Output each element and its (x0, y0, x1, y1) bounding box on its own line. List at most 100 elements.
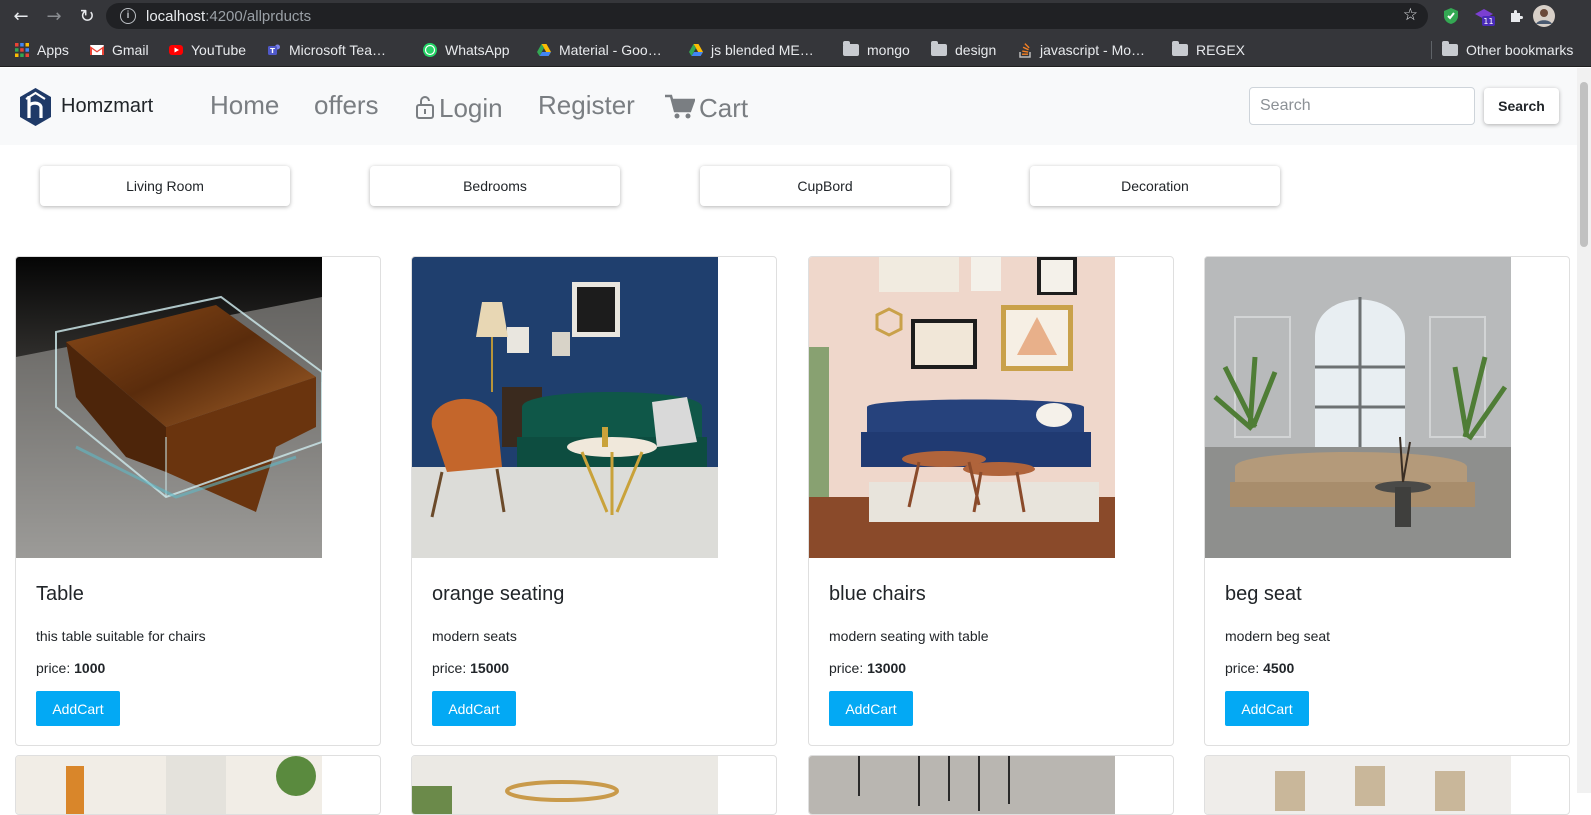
puzzle-extensions-icon[interactable] (1505, 5, 1527, 27)
bookmark-teams[interactable]: T Microsoft Tea… (266, 40, 386, 60)
nav-offers[interactable]: offers (314, 90, 379, 121)
bookmark-youtube[interactable]: YouTube (168, 40, 246, 60)
bookmarks-bar: Apps Gmail YouTube T Microsoft Tea… What… (0, 32, 1591, 67)
bookmark-folder-mongo[interactable]: mongo (843, 40, 910, 60)
nav-home[interactable]: Home (210, 90, 279, 121)
bookmark-label: REGEX (1196, 42, 1246, 58)
extension-badge-count: 11 (1483, 17, 1493, 26)
nav-register[interactable]: Register (538, 90, 635, 121)
product-price: price: 1000 (36, 660, 105, 676)
scrollbar-thumb[interactable] (1580, 82, 1588, 247)
nav-cart[interactable]: Cart (665, 93, 748, 124)
gmail-icon (90, 45, 104, 55)
search-input[interactable] (1249, 87, 1475, 125)
cart-icon (665, 94, 696, 119)
bookmark-label: Gmail (112, 42, 149, 58)
product-card: blue chairs modern seating with table pr… (808, 256, 1174, 746)
price-label: price: (432, 660, 467, 676)
bookmark-folder-design[interactable]: design (931, 40, 996, 60)
product-image-blue-chairs (809, 257, 1115, 558)
add-cart-button[interactable]: AddCart (36, 691, 120, 726)
bookmark-label: design (955, 42, 997, 58)
brand-name[interactable]: Homzmart (61, 95, 153, 118)
product-card: Table this table suitable for chairs pri… (15, 256, 381, 746)
back-arrow-icon[interactable]: ← (9, 4, 33, 28)
price-value: 4500 (1263, 660, 1295, 676)
other-bookmarks-label: Other bookmarks (1466, 42, 1574, 58)
product-image-partial (1205, 756, 1511, 814)
product-description: modern seats (432, 628, 517, 644)
bookmark-javascript-stackoverflow[interactable]: javascript - Mo… (1017, 40, 1145, 60)
other-bookmarks[interactable]: Other bookmarks (1442, 40, 1573, 60)
bookmark-label: YouTube (191, 42, 247, 58)
bookmark-star-icon[interactable]: ☆ (1403, 5, 1418, 25)
price-label: price: (1225, 660, 1260, 676)
page-scrollbar[interactable] (1577, 68, 1591, 793)
price-value: 15000 (470, 660, 510, 676)
stackoverflow-icon (1019, 43, 1031, 58)
product-card-partial (808, 755, 1174, 815)
bookmark-whatsapp[interactable]: WhatsApp (422, 40, 510, 60)
product-card-partial (411, 755, 777, 815)
site-info-icon[interactable]: i (120, 8, 136, 24)
product-image-partial (16, 756, 322, 814)
category-bedrooms[interactable]: Bedrooms (370, 166, 620, 206)
bookmark-label: WhatsApp (445, 42, 510, 58)
product-card-partial (1204, 755, 1570, 815)
bookmarks-divider (1431, 41, 1432, 59)
product-image-partial (412, 756, 718, 814)
nav-login[interactable]: Login (415, 93, 503, 124)
product-card: orange seating modern seats price: 15000… (411, 256, 777, 746)
bookmark-label: Apps (37, 42, 69, 58)
product-card-partial (15, 755, 381, 815)
product-image-orange-seating (412, 257, 718, 558)
profile-avatar[interactable] (1533, 5, 1555, 27)
folder-icon (1442, 41, 1458, 56)
youtube-icon (169, 45, 183, 55)
bookmark-label: javascript - Mo… (1040, 42, 1146, 58)
nav-login-label: Login (439, 93, 503, 123)
teams-icon: T (268, 44, 280, 55)
drive-icon (537, 44, 551, 56)
forward-arrow-icon[interactable]: → (42, 4, 66, 28)
product-title: beg seat (1225, 583, 1302, 605)
category-cupbord[interactable]: CupBord (700, 166, 950, 206)
add-cart-button[interactable]: AddCart (1225, 691, 1309, 726)
bookmark-gmail[interactable]: Gmail (89, 40, 149, 60)
product-card: beg seat modern beg seat price: 4500 Add… (1204, 256, 1570, 746)
category-living-room[interactable]: Living Room (40, 166, 290, 206)
browser-toolbar: ← → ↻ i localhost:4200/allprducts ☆ 11 (0, 0, 1591, 32)
folder-icon (1172, 41, 1188, 56)
bookmark-label: Microsoft Tea… (289, 42, 386, 58)
add-cart-button[interactable]: AddCart (829, 691, 913, 726)
whatsapp-icon (423, 43, 437, 57)
apps-grid-icon (15, 43, 29, 57)
price-label: price: (829, 660, 864, 676)
product-description: modern beg seat (1225, 628, 1331, 644)
bookmark-js-blended-drive[interactable]: js blended ME… (688, 40, 814, 60)
reload-icon[interactable]: ↻ (75, 4, 99, 28)
drive-icon (689, 44, 703, 56)
product-image-beg-seat (1205, 257, 1511, 558)
url-text: localhost:4200/allprducts (146, 7, 312, 25)
category-decoration[interactable]: Decoration (1030, 166, 1280, 206)
address-bar[interactable]: i localhost:4200/allprducts ☆ (106, 3, 1428, 29)
folder-icon (843, 41, 859, 56)
product-description: this table suitable for chairs (36, 628, 206, 644)
product-price: price: 4500 (1225, 660, 1294, 676)
product-title: blue chairs (829, 583, 926, 605)
product-description: modern seating with table (829, 628, 989, 644)
price-value: 1000 (74, 660, 106, 676)
homzmart-logo-icon[interactable] (18, 87, 53, 127)
hat-extension-icon[interactable]: 11 (1473, 5, 1495, 27)
add-cart-button[interactable]: AddCart (432, 691, 516, 726)
bookmark-label: js blended ME… (711, 42, 814, 58)
product-image-table (16, 257, 322, 558)
bookmark-material-drive[interactable]: Material - Goo… (536, 40, 662, 60)
bookmark-apps[interactable]: Apps (14, 40, 69, 60)
product-title: orange seating (432, 583, 565, 605)
shield-extension-icon[interactable] (1440, 5, 1462, 27)
bookmark-folder-regex[interactable]: REGEX (1172, 40, 1245, 60)
price-label: price: (36, 660, 71, 676)
search-button[interactable]: Search (1484, 88, 1559, 124)
